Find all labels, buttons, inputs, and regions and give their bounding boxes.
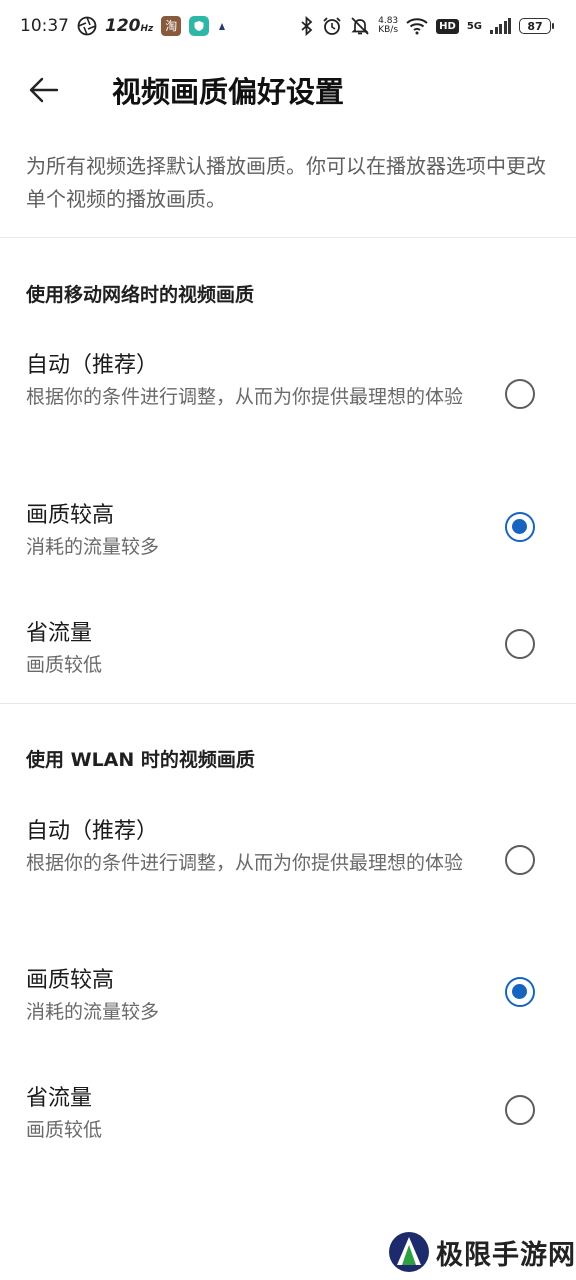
status-bar: 10:37 120Hz 淘 4.83 KB/s HD 5G 87 — [0, 0, 576, 52]
shop-app-icon: 淘 — [161, 16, 182, 36]
watermark-logo-icon — [389, 1232, 429, 1272]
wifi-icon — [406, 17, 428, 35]
option-wlan-high[interactable]: 画质较高 消耗的流量较多 — [0, 945, 576, 1041]
radio-button-selected[interactable] — [505, 512, 535, 542]
watermark: 极限手游网 — [388, 1231, 576, 1273]
network-speed-unit: KB/s — [378, 25, 399, 35]
option-mobile-save-data[interactable]: 省流量 画质较低 — [0, 598, 576, 694]
section-title-wlan: 使用 WLAN 时的视频画质 — [26, 749, 255, 771]
option-mobile-auto[interactable]: 自动（推荐） 根据你的条件进行调整，从而为你提供最理想的体验 — [0, 330, 576, 458]
divider — [0, 237, 576, 238]
status-bar-left: 10:37 120Hz 淘 — [20, 16, 227, 36]
radio-button[interactable] — [505, 629, 535, 659]
shield-app-icon — [189, 16, 210, 36]
notification-dot-icon — [217, 21, 227, 31]
option-title: 省流量 — [26, 621, 93, 646]
option-description: 根据你的条件进行调整，从而为你提供最理想的体验 — [26, 386, 464, 408]
option-wlan-save-data[interactable]: 省流量 画质较低 — [0, 1063, 576, 1159]
hd-badge: HD — [436, 18, 459, 34]
radio-button[interactable] — [505, 1095, 535, 1125]
option-title: 自动（推荐） — [26, 819, 159, 844]
radio-button[interactable] — [505, 845, 535, 875]
back-button[interactable] — [14, 60, 74, 120]
arrow-left-icon — [29, 77, 59, 103]
status-time: 10:37 — [20, 16, 69, 36]
refresh-rate-value: 120 — [105, 16, 141, 36]
option-description: 消耗的流量较多 — [26, 536, 160, 558]
network-type: 5G — [466, 20, 482, 32]
option-description: 消耗的流量较多 — [26, 1001, 160, 1023]
alarm-icon — [322, 16, 342, 36]
option-title: 自动（推荐） — [26, 353, 159, 378]
signal-icon — [490, 18, 511, 34]
option-mobile-high[interactable]: 画质较高 消耗的流量较多 — [0, 480, 576, 576]
option-description: 画质较低 — [26, 1119, 103, 1141]
option-description: 画质较低 — [26, 654, 103, 676]
option-wlan-auto[interactable]: 自动（推荐） 根据你的条件进行调整，从而为你提供最理想的体验 — [0, 796, 576, 924]
option-title: 画质较高 — [26, 503, 115, 528]
aperture-icon — [77, 16, 97, 36]
radio-button-selected[interactable] — [505, 977, 535, 1007]
mute-icon — [350, 16, 370, 36]
network-speed: 4.83 KB/s — [378, 17, 398, 35]
refresh-rate-unit: Hz — [140, 24, 154, 34]
page-title: 视频画质偏好设置 — [112, 75, 345, 109]
watermark-text: 极限手游网 — [436, 1239, 576, 1271]
bluetooth-icon — [300, 16, 314, 36]
status-bar-right: 4.83 KB/s HD 5G 87 — [300, 16, 554, 36]
battery-level: 87 — [519, 18, 551, 34]
intro-description: 为所有视频选择默认播放画质。你可以在播放器选项中更改单个视频的播放画质。 — [26, 154, 546, 211]
option-description: 根据你的条件进行调整，从而为你提供最理想的体验 — [26, 852, 464, 874]
option-title: 画质较高 — [26, 968, 115, 993]
radio-button[interactable] — [505, 379, 535, 409]
section-title-mobile: 使用移动网络时的视频画质 — [26, 284, 255, 306]
refresh-rate: 120Hz — [105, 16, 153, 36]
divider — [0, 703, 576, 704]
battery-icon: 87 — [519, 18, 554, 34]
app-bar: 视频画质偏好设置 — [0, 52, 576, 128]
option-title: 省流量 — [26, 1086, 93, 1111]
